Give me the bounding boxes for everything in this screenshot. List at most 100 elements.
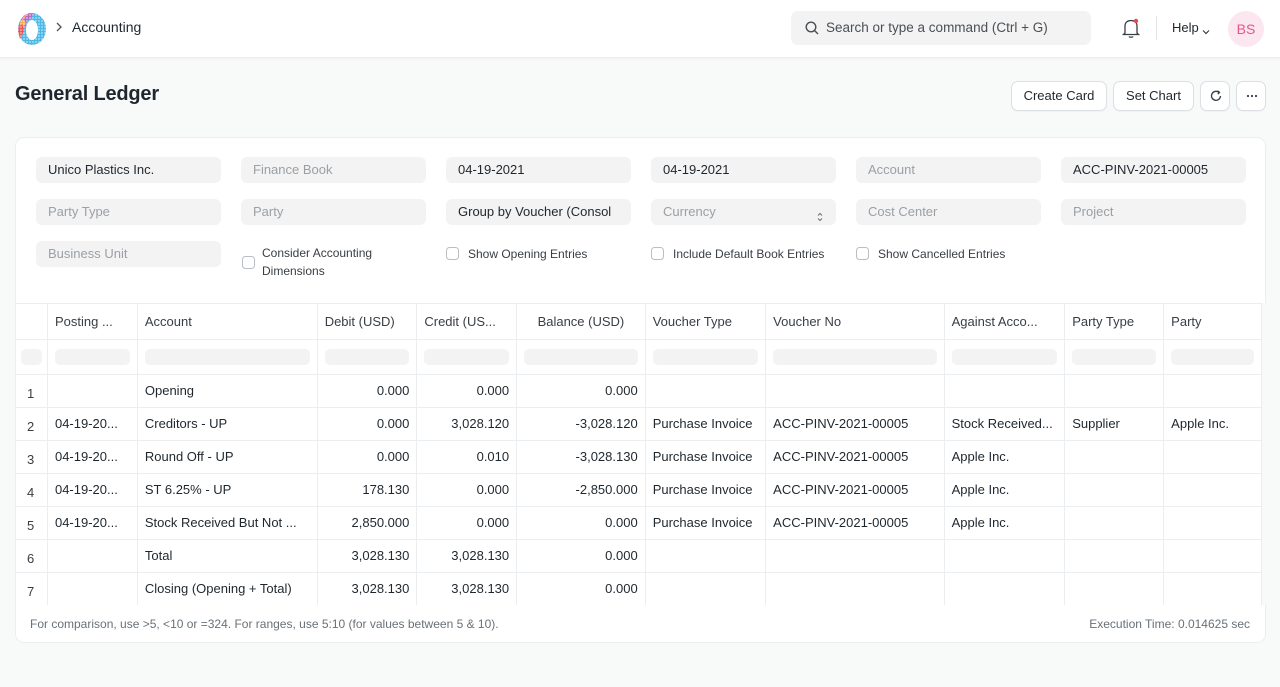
cell-party[interactable] bbox=[1163, 506, 1262, 540]
project-filter[interactable]: Project bbox=[1061, 199, 1246, 225]
column-header-voucher-no[interactable]: Voucher No bbox=[765, 304, 945, 340]
cell-debit[interactable]: 0.000 bbox=[317, 374, 418, 408]
cell-party-type[interactable] bbox=[1064, 539, 1165, 573]
cell-balance[interactable]: 0.000 bbox=[516, 506, 646, 540]
cell-party[interactable] bbox=[1163, 572, 1262, 605]
against-account-filter-input[interactable] bbox=[951, 348, 1058, 365]
cell-voucher-type[interactable] bbox=[645, 374, 767, 408]
business-unit-filter[interactable]: Business Unit bbox=[36, 241, 221, 267]
group-by-select[interactable]: Group by Voucher (Consol bbox=[446, 199, 631, 225]
cell-party-type[interactable] bbox=[1064, 572, 1165, 605]
app-logo[interactable] bbox=[14, 11, 48, 46]
voucher-no-filter-input[interactable] bbox=[773, 348, 937, 365]
chevron-down-icon[interactable] bbox=[1201, 24, 1211, 35]
search-bar[interactable]: Search or type a command (Ctrl + G) bbox=[791, 11, 1091, 45]
cell-credit[interactable]: 0.000 bbox=[416, 374, 518, 408]
currency-select[interactable]: Currency bbox=[651, 199, 836, 225]
cell-voucher-type[interactable]: Purchase Invoice bbox=[645, 473, 767, 507]
balance-filter-input[interactable] bbox=[524, 348, 638, 365]
cell-posting-date[interactable] bbox=[47, 572, 138, 605]
cell-account[interactable]: Creditors - UP bbox=[137, 407, 318, 441]
cell-party-type[interactable] bbox=[1064, 440, 1165, 474]
cell-balance[interactable]: 0.000 bbox=[516, 374, 646, 408]
cell-against-account[interactable] bbox=[944, 572, 1066, 605]
cell-account[interactable]: Stock Received But Not ... bbox=[137, 506, 318, 540]
cell-against-account[interactable] bbox=[944, 374, 1066, 408]
cell-against-account[interactable]: Apple Inc. bbox=[944, 440, 1066, 474]
cell-voucher-no[interactable]: ACC-PINV-2021-00005 bbox=[765, 440, 945, 474]
column-header-against-account[interactable]: Against Acco... bbox=[944, 304, 1066, 340]
cell-balance[interactable]: 0.000 bbox=[516, 539, 646, 573]
cell-party[interactable] bbox=[1163, 440, 1262, 474]
cell-against-account[interactable]: Apple Inc. bbox=[944, 473, 1066, 507]
show-opening-entries-checkbox[interactable] bbox=[446, 247, 459, 260]
cell-account[interactable]: Closing (Opening + Total) bbox=[137, 572, 318, 605]
cell-against-account[interactable]: Apple Inc. bbox=[944, 506, 1066, 540]
column-header-party-type[interactable]: Party Type bbox=[1064, 304, 1165, 340]
cell-voucher-type[interactable] bbox=[645, 572, 767, 605]
party-filter-input[interactable] bbox=[1171, 348, 1254, 365]
search-input[interactable]: Search or type a command (Ctrl + G) bbox=[826, 20, 1048, 35]
cell-party[interactable] bbox=[1163, 473, 1262, 507]
cell-against-account[interactable]: Stock Received... bbox=[944, 407, 1066, 441]
column-header-party[interactable]: Party bbox=[1163, 304, 1262, 340]
finance-book-filter[interactable]: Finance Book bbox=[241, 157, 426, 183]
cell-voucher-no[interactable] bbox=[765, 539, 945, 573]
column-header-voucher-type[interactable]: Voucher Type bbox=[645, 304, 767, 340]
cell-debit[interactable]: 0.000 bbox=[317, 407, 418, 441]
breadcrumb-accounting[interactable]: Accounting bbox=[72, 19, 141, 35]
cell-voucher-type[interactable] bbox=[645, 539, 767, 573]
cell-debit[interactable]: 0.000 bbox=[317, 440, 418, 474]
cell-voucher-type[interactable]: Purchase Invoice bbox=[645, 440, 767, 474]
cell-posting-date[interactable]: 04-19-20... bbox=[47, 473, 138, 507]
user-avatar[interactable]: BS bbox=[1228, 11, 1264, 47]
cell-voucher-no[interactable]: ACC-PINV-2021-00005 bbox=[765, 506, 945, 540]
credit-filter-input[interactable] bbox=[424, 348, 510, 365]
cell-posting-date[interactable] bbox=[47, 539, 138, 573]
cell-voucher-no[interactable] bbox=[765, 374, 945, 408]
cell-account[interactable]: Total bbox=[137, 539, 318, 573]
help-menu[interactable]: Help bbox=[1172, 20, 1199, 35]
cell-party-type[interactable]: Supplier bbox=[1064, 407, 1165, 441]
more-options-button[interactable] bbox=[1236, 81, 1266, 111]
cell-posting-date[interactable] bbox=[47, 374, 138, 408]
cell-debit[interactable]: 3,028.130 bbox=[317, 539, 418, 573]
column-header-posting-date[interactable]: Posting ... bbox=[47, 304, 138, 340]
cell-credit[interactable]: 0.000 bbox=[416, 506, 518, 540]
cell-voucher-no[interactable] bbox=[765, 572, 945, 605]
cell-balance[interactable]: 0.000 bbox=[516, 572, 646, 605]
row-number-filter-input[interactable] bbox=[21, 348, 42, 365]
party-type-filter-input[interactable] bbox=[1072, 348, 1157, 365]
cell-debit[interactable]: 178.130 bbox=[317, 473, 418, 507]
cell-balance[interactable]: -2,850.000 bbox=[516, 473, 646, 507]
cell-balance[interactable]: -3,028.120 bbox=[516, 407, 646, 441]
cell-party[interactable] bbox=[1163, 374, 1262, 408]
party-type-filter[interactable]: Party Type bbox=[36, 199, 221, 225]
cell-party[interactable]: Apple Inc. bbox=[1163, 407, 1262, 441]
account-filter-input[interactable] bbox=[144, 348, 310, 365]
column-header-account[interactable]: Account bbox=[137, 304, 318, 340]
consider-accounting-dimensions-checkbox[interactable] bbox=[242, 256, 255, 269]
cell-posting-date[interactable]: 04-19-20... bbox=[47, 506, 138, 540]
posting-date-filter-input[interactable] bbox=[54, 348, 130, 365]
include-default-book-entries-checkbox[interactable] bbox=[651, 247, 664, 260]
from-date-filter[interactable]: 04-19-2021 bbox=[446, 157, 631, 183]
cell-debit[interactable]: 2,850.000 bbox=[317, 506, 418, 540]
show-cancelled-entries-checkbox[interactable] bbox=[856, 247, 869, 260]
notification-bell-icon[interactable] bbox=[1121, 17, 1141, 39]
column-header-debit[interactable]: Debit (USD) bbox=[317, 304, 418, 340]
account-filter[interactable]: Account bbox=[856, 157, 1041, 183]
voucher-type-filter-input[interactable] bbox=[652, 348, 759, 365]
cell-balance[interactable]: -3,028.130 bbox=[516, 440, 646, 474]
voucher-no-filter[interactable]: ACC-PINV-2021-00005 bbox=[1061, 157, 1246, 183]
set-chart-button[interactable]: Set Chart bbox=[1113, 81, 1194, 111]
cell-credit[interactable]: 3,028.130 bbox=[416, 572, 518, 605]
cell-voucher-no[interactable]: ACC-PINV-2021-00005 bbox=[765, 473, 945, 507]
cell-party-type[interactable] bbox=[1064, 506, 1165, 540]
to-date-filter[interactable]: 04-19-2021 bbox=[651, 157, 836, 183]
cell-credit[interactable]: 0.010 bbox=[416, 440, 518, 474]
cell-account[interactable]: Round Off - UP bbox=[137, 440, 318, 474]
cell-party-type[interactable] bbox=[1064, 473, 1165, 507]
cell-posting-date[interactable]: 04-19-20... bbox=[47, 440, 138, 474]
cell-voucher-type[interactable]: Purchase Invoice bbox=[645, 407, 767, 441]
